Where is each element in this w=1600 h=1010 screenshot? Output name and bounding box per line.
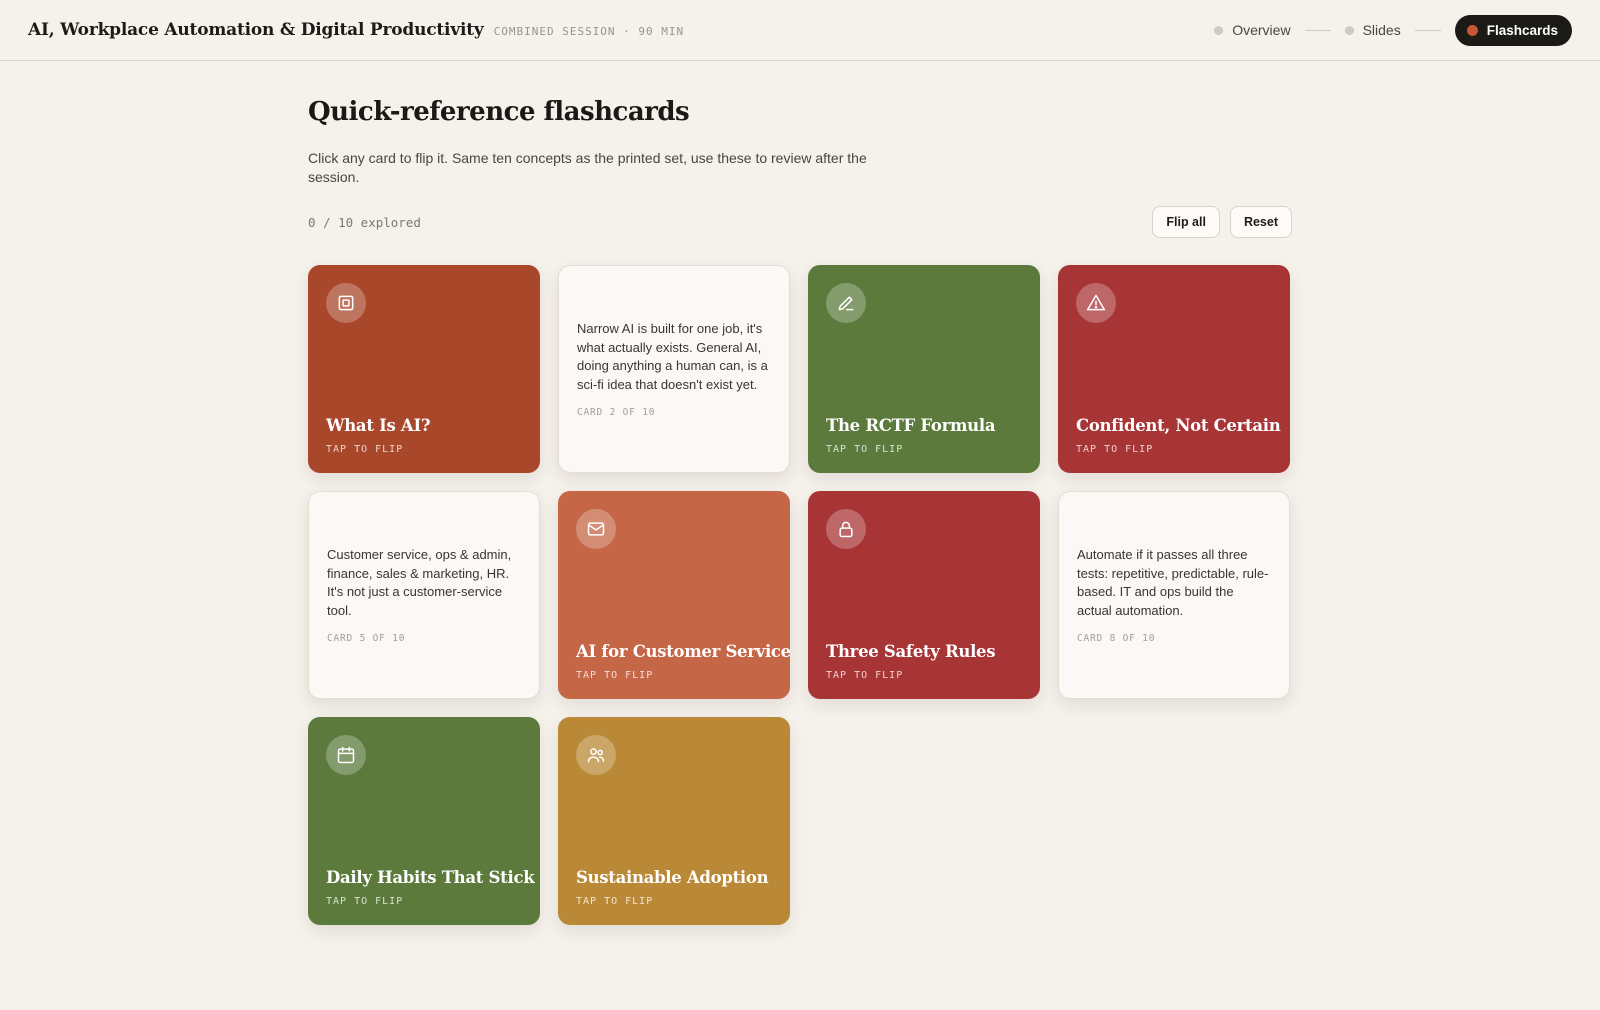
nav-connector (1414, 29, 1441, 31)
card-number: CARD 8 OF 10 (1077, 633, 1156, 644)
page-description: Click any card to flip it. Same ten conc… (308, 150, 867, 185)
flashcard-front[interactable]: Confident, Not Certain TAP TO FLIP (1058, 265, 1290, 473)
card-flip-hint: TAP TO FLIP (576, 670, 654, 681)
calendar-icon (326, 735, 366, 775)
nav-slides[interactable]: Slides (1344, 14, 1401, 46)
reset-button[interactable]: Reset (1229, 206, 1292, 238)
card-back-content: Automate if it passes all three tests: r… (1077, 546, 1271, 644)
flashcard-front[interactable]: Sustainable Adoption TAP TO FLIP (558, 717, 790, 925)
card-flip-hint: TAP TO FLIP (326, 444, 404, 455)
card-number: CARD 2 OF 10 (577, 407, 656, 418)
page-title: Quick-reference flashcards (308, 97, 690, 127)
card-title: AI for Customer Service (576, 642, 790, 661)
progress-counter: 0 / 10 explored (308, 214, 421, 230)
pencil-icon (826, 283, 866, 323)
card-flip-hint: TAP TO FLIP (326, 896, 404, 907)
flashcard-front[interactable]: The RCTF Formula TAP TO FLIP (808, 265, 1040, 473)
flashcard-back[interactable]: Narrow AI is built for one job, it's wha… (558, 265, 790, 473)
flashcard-back[interactable]: Automate if it passes all three tests: r… (1058, 491, 1290, 699)
card-back-text: Customer service, ops & admin, finance, … (327, 547, 512, 618)
app-title: AI, Workplace Automation & Digital Produ… (28, 20, 484, 40)
nav-overview[interactable]: Overview (1214, 14, 1291, 46)
card-back-text: Narrow AI is built for one job, it's wha… (577, 321, 768, 392)
card-back-content: Customer service, ops & admin, finance, … (327, 546, 521, 644)
card-title: The RCTF Formula (826, 416, 996, 435)
card-title: Confident, Not Certain (1076, 416, 1281, 435)
main-content: Quick-reference flashcards Click any car… (308, 61, 1292, 925)
card-title: Daily Habits That Stick (326, 868, 535, 887)
section-nav: Overview Slides Flashcards (1214, 14, 1572, 46)
lock-icon (826, 509, 866, 549)
top-bar: AI, Workplace Automation & Digital Produ… (0, 0, 1600, 61)
nav-overview-label: Overview (1232, 22, 1291, 38)
card-number: CARD 5 OF 10 (327, 633, 406, 644)
nav-flashcards[interactable]: Flashcards (1454, 14, 1572, 46)
flashcard-back[interactable]: Customer service, ops & admin, finance, … (308, 491, 540, 699)
card-back-text: Automate if it passes all three tests: r… (1077, 547, 1269, 618)
chip-icon (326, 283, 366, 323)
card-controls: Flip all Reset (1152, 206, 1292, 238)
session-tag: COMBINED SESSION · 90 MIN (493, 25, 685, 38)
card-title: What Is AI? (326, 416, 431, 435)
card-title: Sustainable Adoption (576, 868, 769, 887)
flashcard-front[interactable]: What Is AI? TAP TO FLIP (308, 265, 540, 473)
card-flip-hint: TAP TO FLIP (826, 444, 904, 455)
flashcard-front[interactable]: Three Safety Rules TAP TO FLIP (808, 491, 1040, 699)
controls-row: 0 / 10 explored Flip all Reset (308, 206, 1292, 238)
mail-icon (576, 509, 616, 549)
card-title: Three Safety Rules (826, 642, 996, 661)
card-flip-hint: TAP TO FLIP (826, 670, 904, 681)
users-icon (576, 735, 616, 775)
nav-connector (1304, 29, 1331, 31)
nav-dot (1214, 25, 1224, 35)
flashcard-front[interactable]: AI for Customer Service TAP TO FLIP (558, 491, 790, 699)
flashcard-grid: What Is AI? TAP TO FLIP Narrow AI is built… (308, 265, 1292, 925)
nav-slides-label: Slides (1362, 22, 1401, 38)
nav-dot (1344, 25, 1354, 35)
card-back-content: Narrow AI is built for one job, it's wha… (577, 320, 771, 418)
card-flip-hint: TAP TO FLIP (576, 896, 654, 907)
warning-icon (1076, 283, 1116, 323)
nav-flashcards-label: Flashcards (1486, 22, 1558, 38)
flashcard-front[interactable]: Daily Habits That Stick TAP TO FLIP (308, 717, 540, 925)
flip-all-button[interactable]: Flip all (1152, 206, 1220, 238)
nav-active-dot (1466, 24, 1478, 36)
card-flip-hint: TAP TO FLIP (1076, 444, 1154, 455)
